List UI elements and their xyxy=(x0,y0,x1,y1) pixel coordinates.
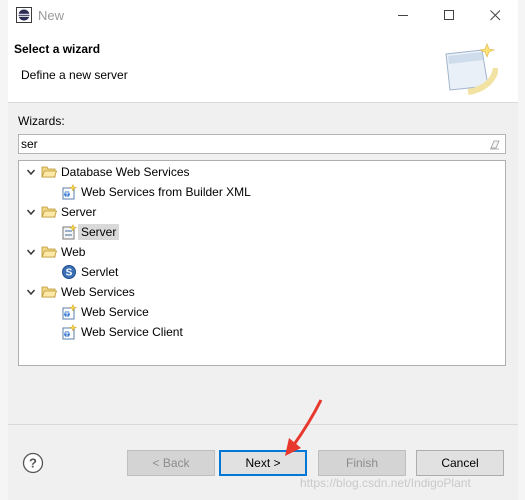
help-icon[interactable]: ? xyxy=(22,452,44,474)
window-title: New xyxy=(38,8,65,23)
servlet-icon: S xyxy=(61,264,77,280)
wizard-title: Select a wizard xyxy=(14,42,101,56)
svg-text:S: S xyxy=(66,268,73,279)
web-service-wizard-icon xyxy=(61,184,77,200)
tree-item-servlet[interactable]: S Servlet xyxy=(61,262,118,282)
maximize-icon xyxy=(443,10,454,20)
annotation-arrow-icon xyxy=(285,399,323,456)
wizard-filter-input[interactable] xyxy=(21,136,481,152)
tree-item-label: Database Web Services xyxy=(61,165,190,179)
chevron-down-icon[interactable] xyxy=(25,206,37,218)
tree-item-label: Web Services xyxy=(61,285,135,299)
folder-open-icon xyxy=(41,244,57,260)
tree-category-web-services[interactable]: Web Services xyxy=(25,282,135,302)
folder-open-icon xyxy=(41,164,57,180)
title-bar: New xyxy=(8,0,518,31)
chevron-down-icon[interactable] xyxy=(25,166,37,178)
tree-item-web-services-from-builder-xml[interactable]: Web Services from Builder XML xyxy=(61,182,251,202)
tree-item-label: Server xyxy=(78,224,120,240)
wizard-header: Select a wizard Define a new server xyxy=(8,31,518,103)
web-service-wizard-icon xyxy=(61,304,77,320)
wizards-label: Wizards: xyxy=(18,114,65,128)
chevron-down-icon[interactable] xyxy=(25,246,37,258)
tree-item-label: Web Service xyxy=(81,305,149,319)
wizard-filter-field[interactable] xyxy=(18,134,506,154)
eclipse-icon xyxy=(16,7,32,23)
minimize-button[interactable] xyxy=(380,0,426,31)
tree-item-server[interactable]: Server xyxy=(61,222,120,242)
close-icon xyxy=(489,10,500,21)
folder-open-icon xyxy=(41,284,57,300)
tree-category-web[interactable]: Web xyxy=(25,242,85,262)
maximize-button[interactable] xyxy=(426,0,472,31)
tree-item-web-service-client[interactable]: Web Service Client xyxy=(61,322,183,342)
new-wizard-dialog: New Select a wizard Define a new server … xyxy=(8,0,518,500)
watermark-text: https://blog.csdn.net/IndigoPlant xyxy=(300,476,471,490)
folder-open-icon xyxy=(41,204,57,220)
tree-item-label: Web Services from Builder XML xyxy=(81,185,251,199)
wizard-description: Define a new server xyxy=(21,68,128,82)
background-editor-right xyxy=(517,0,525,500)
tree-item-web-service[interactable]: Web Service xyxy=(61,302,149,322)
chevron-down-icon[interactable] xyxy=(25,286,37,298)
new-wizard-banner-icon xyxy=(445,43,498,95)
minimize-icon xyxy=(397,15,408,16)
tree-category-database-web-services[interactable]: Database Web Services xyxy=(25,162,190,182)
server-wizard-icon xyxy=(61,224,77,240)
web-service-wizard-icon xyxy=(61,324,77,340)
button-bar-separator xyxy=(8,424,518,425)
tree-item-label: Web xyxy=(61,245,86,259)
svg-text:?: ? xyxy=(29,456,37,471)
wizard-tree[interactable]: Database Web Services Web Services from … xyxy=(18,160,506,366)
tree-item-label: Web Service Client xyxy=(81,325,183,339)
tree-item-label: Server xyxy=(61,205,97,219)
tree-item-label: Servlet xyxy=(81,265,119,279)
back-button[interactable]: < Back xyxy=(127,450,215,476)
tree-category-server[interactable]: Server xyxy=(25,202,96,222)
clear-filter-icon[interactable] xyxy=(489,138,501,150)
close-button[interactable] xyxy=(472,0,518,31)
cancel-button[interactable]: Cancel xyxy=(416,450,504,476)
